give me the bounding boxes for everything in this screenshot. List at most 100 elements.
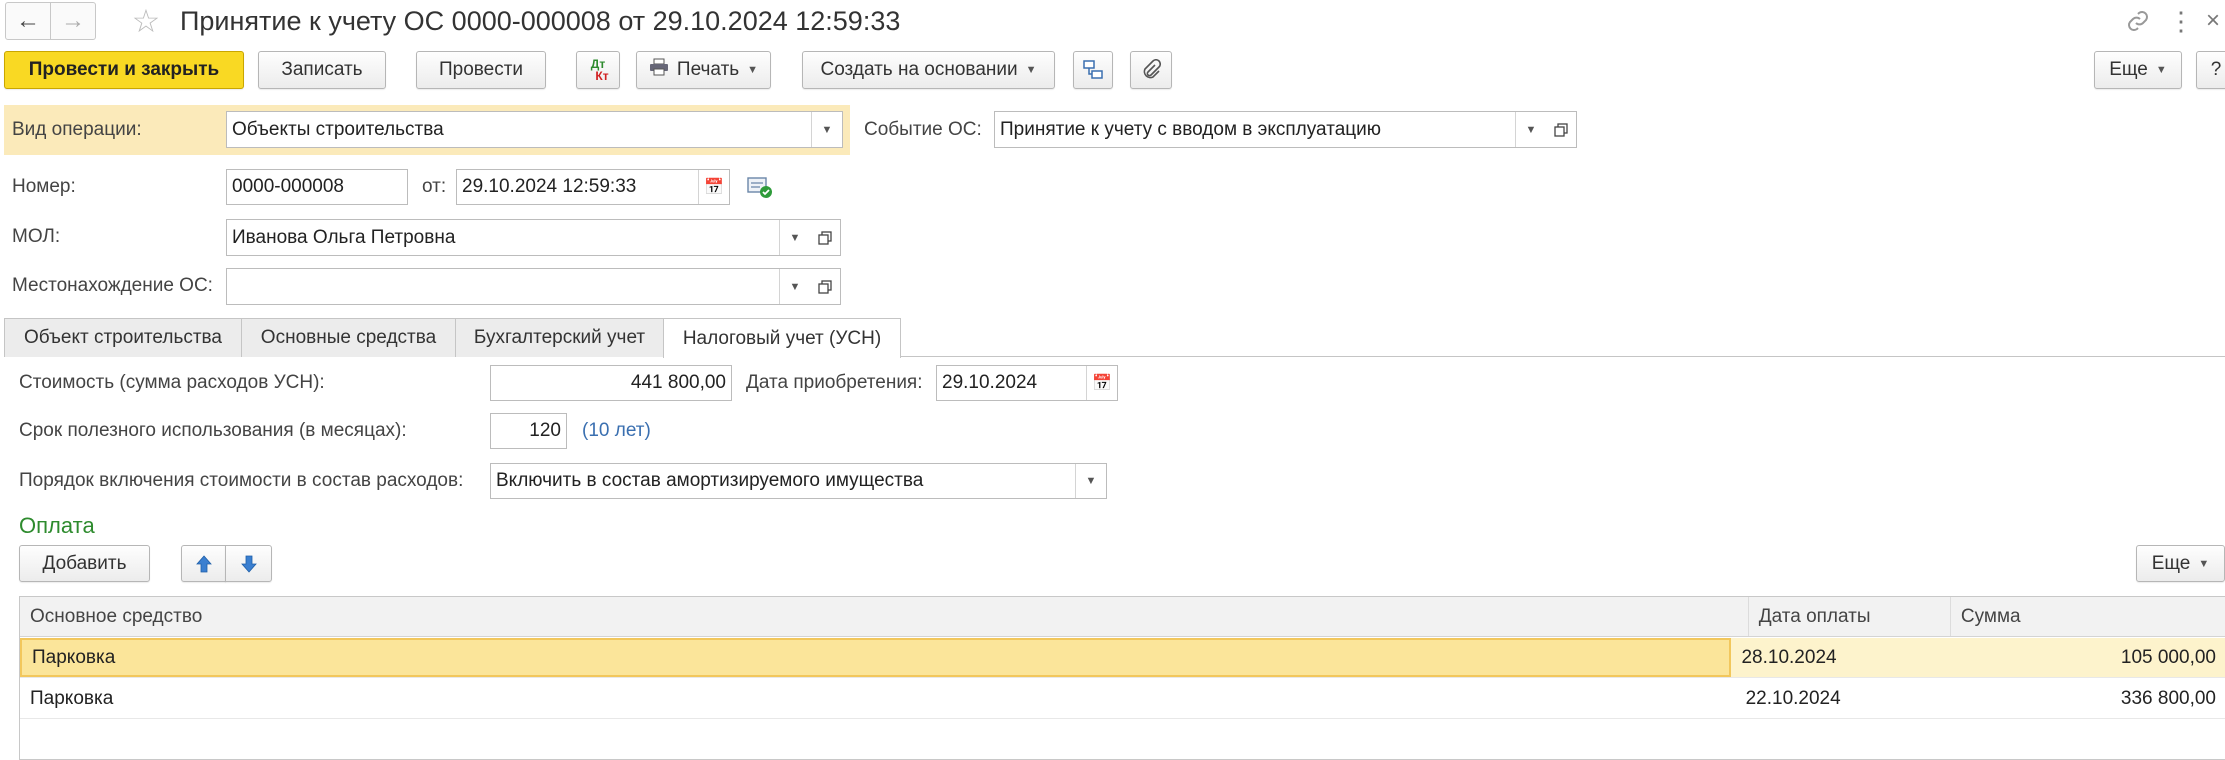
column-header-sum[interactable]: Сумма: [1951, 597, 2225, 636]
post-button[interactable]: Провести: [416, 51, 546, 89]
tab-accounting[interactable]: Бухгалтерский учет: [455, 318, 664, 357]
chevron-down-icon[interactable]: ▼: [1515, 112, 1546, 147]
tab-tax-usn[interactable]: Налоговый учет (УСН): [663, 318, 901, 358]
print-label: Печать: [676, 59, 740, 80]
chevron-down-icon[interactable]: ▼: [811, 112, 842, 147]
move-up-button[interactable]: [181, 545, 226, 582]
mol-select[interactable]: Иванова Ольга Петровна ▼: [226, 219, 811, 256]
number-label: Номер:: [12, 176, 76, 197]
cost-input[interactable]: 441 800,00: [490, 365, 732, 401]
useful-life-input[interactable]: 120: [490, 413, 567, 449]
post-and-close-button[interactable]: Провести и закрыть: [4, 51, 244, 89]
create-based-label: Создать на основании: [820, 59, 1018, 80]
table-row[interactable]: Парковка 22.10.2024 336 800,00: [20, 679, 2225, 719]
document-structure-icon: [1083, 60, 1103, 79]
dt-kt-icon-bottom: Кт: [595, 69, 609, 83]
open-window-icon: [1554, 122, 1568, 137]
close-icon[interactable]: ×: [2206, 2, 2225, 40]
mol-open-button[interactable]: [810, 219, 841, 256]
column-header-payment-date[interactable]: Дата оплаты: [1749, 597, 1951, 636]
event-label: Событие ОС:: [864, 119, 982, 140]
calendar-icon[interactable]: 📅: [1086, 366, 1117, 400]
chevron-down-icon[interactable]: ▼: [779, 269, 810, 304]
chevron-down-icon: ▼: [747, 64, 759, 76]
number-input[interactable]: 0000-000008: [226, 169, 408, 205]
payment-section-title: Оплата: [19, 513, 95, 538]
from-label: от:: [422, 176, 447, 197]
payment-more-label: Еще: [2151, 552, 2191, 574]
chevron-down-icon: ▼: [2155, 64, 2167, 76]
arrow-down-icon: [240, 555, 257, 573]
table-header: Основное средство Дата оплаты Сумма: [20, 597, 2225, 637]
location-open-button[interactable]: [810, 268, 841, 305]
printer-icon: [649, 58, 669, 82]
window-title: Принятие к учету ОС 0000-000008 от 29.10…: [180, 6, 901, 36]
arrow-right-icon: →: [61, 7, 85, 34]
expense-order-select[interactable]: Включить в состав амортизируемого имущес…: [490, 463, 1107, 499]
attachments-button[interactable]: [1130, 51, 1172, 89]
payment-table: Основное средство Дата оплаты Сумма Парк…: [19, 596, 2225, 760]
expense-order-label: Порядок включения стоимости в состав рас…: [19, 470, 464, 491]
chevron-down-icon[interactable]: ▼: [1075, 464, 1106, 498]
favorite-star-icon[interactable]: ☆: [128, 2, 164, 40]
paperclip-icon: [1143, 59, 1161, 79]
help-label: ?: [2210, 59, 2222, 80]
expense-order-value: Включить в состав амортизируемого имущес…: [496, 470, 924, 491]
create-based-on-button[interactable]: Создать на основании ▼: [802, 51, 1055, 89]
column-header-asset[interactable]: Основное средство: [20, 597, 1749, 636]
add-payment-button[interactable]: Добавить: [19, 545, 150, 582]
cell-payment-date[interactable]: 28.10.2024: [1731, 638, 1942, 677]
useful-life-label: Срок полезного использования (в месяцах)…: [19, 420, 407, 441]
number-value: 0000-000008: [232, 176, 344, 197]
chevron-down-icon: ▼: [1025, 64, 1037, 76]
acquisition-date-value: 29.10.2024: [942, 372, 1038, 393]
location-select[interactable]: ▼: [226, 268, 811, 305]
forward-button[interactable]: →: [50, 2, 96, 40]
date-value: 29.10.2024 12:59:33: [462, 176, 637, 197]
calendar-icon[interactable]: 📅: [698, 170, 729, 204]
event-open-button[interactable]: [1546, 111, 1577, 148]
more-label: Еще: [2109, 59, 2148, 80]
cost-label: Стоимость (сумма расходов УСН):: [19, 372, 325, 393]
mol-label: МОЛ:: [12, 226, 61, 247]
useful-life-hint: (10 лет): [582, 420, 651, 441]
more-button[interactable]: Еще ▼: [2094, 51, 2182, 89]
cost-value: 441 800,00: [630, 372, 726, 393]
save-button[interactable]: Записать: [258, 51, 386, 89]
cell-asset[interactable]: Парковка: [20, 638, 1732, 677]
date-input[interactable]: 29.10.2024 12:59:33 📅: [456, 169, 730, 205]
chevron-down-icon: ▼: [2198, 557, 2210, 570]
structure-button[interactable]: [1073, 51, 1113, 89]
dt-kt-button[interactable]: Дт Кт: [576, 51, 620, 89]
event-value: Принятие к учету с вводом в эксплуатацию: [1000, 118, 1382, 140]
post-status-icon: [746, 174, 774, 202]
link-icon[interactable]: [2120, 2, 2156, 40]
tab-construction-object[interactable]: Объект строительства: [4, 318, 242, 357]
open-window-icon: [818, 279, 832, 294]
tab-fixed-assets[interactable]: Основные средства: [241, 318, 456, 357]
useful-life-value: 120: [529, 420, 561, 441]
open-window-icon: [818, 230, 832, 245]
print-button[interactable]: Печать ▼: [636, 51, 771, 89]
payment-more-button[interactable]: Еще ▼: [2136, 545, 2225, 582]
help-button[interactable]: ?: [2196, 51, 2225, 89]
cell-sum[interactable]: 336 800,00: [1944, 679, 2225, 718]
kebab-menu-icon[interactable]: ⋮: [2166, 2, 2196, 40]
table-row[interactable]: Парковка 28.10.2024 105 000,00: [20, 638, 2225, 678]
cell-sum[interactable]: 105 000,00: [1941, 638, 2225, 677]
operation-select[interactable]: Объекты строительства ▼: [226, 111, 843, 148]
cell-payment-date[interactable]: 22.10.2024: [1736, 679, 1945, 718]
event-select[interactable]: Принятие к учету с вводом в эксплуатацию…: [994, 111, 1547, 148]
location-label: Местонахождение ОС:: [12, 275, 213, 296]
chevron-down-icon[interactable]: ▼: [779, 220, 810, 255]
acquisition-date-input[interactable]: 29.10.2024 📅: [936, 365, 1118, 401]
mol-value: Иванова Ольга Петровна: [232, 226, 456, 248]
operation-label: Вид операции:: [12, 119, 142, 140]
move-down-button[interactable]: [225, 545, 272, 582]
arrow-left-icon: ←: [16, 7, 40, 34]
arrow-up-icon: [195, 554, 212, 572]
cell-asset[interactable]: Парковка: [20, 679, 1736, 718]
back-button[interactable]: ←: [5, 2, 51, 40]
acquisition-date-label: Дата приобретения:: [746, 372, 923, 393]
operation-value: Объекты строительства: [232, 118, 444, 140]
